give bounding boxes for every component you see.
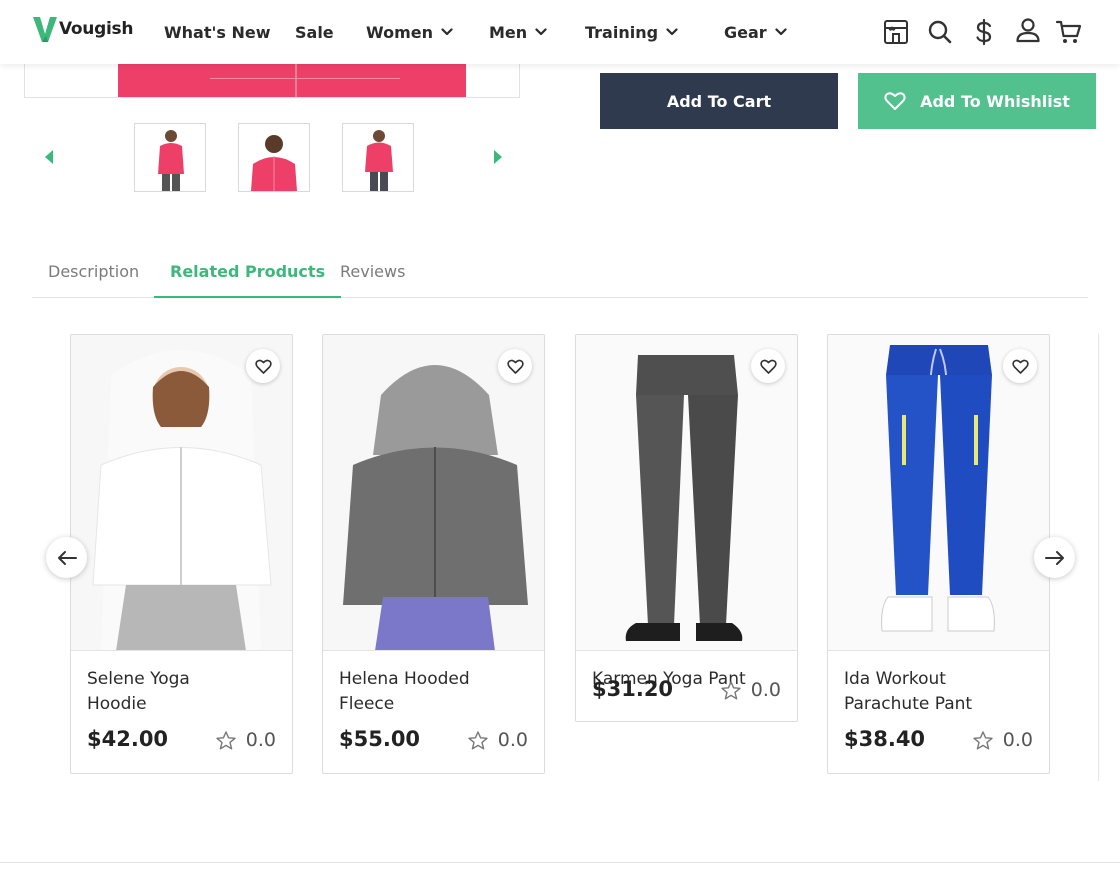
product-image[interactable] xyxy=(323,335,544,651)
nav-label: Training xyxy=(585,22,659,42)
nav-label: What's New xyxy=(164,22,271,42)
product-card[interactable]: Ida Workout Parachute Pant $38.40 0.0 xyxy=(827,334,1050,774)
product-thumbnail[interactable] xyxy=(238,123,310,192)
heart-icon xyxy=(884,92,906,110)
chevron-down-icon xyxy=(535,28,547,36)
tab-related-products[interactable]: Related Products xyxy=(154,252,342,298)
product-card[interactable]: Helena Hooded Fleece $55.00 0.0 xyxy=(322,334,545,774)
product-card-body: Ida Workout Parachute Pant xyxy=(828,651,1049,717)
rating-value: 0.0 xyxy=(1002,729,1033,751)
carousel-next-button[interactable] xyxy=(1034,537,1075,578)
arrow-right-icon xyxy=(1044,550,1064,565)
add-to-cart-button[interactable]: Add To Cart xyxy=(600,73,838,129)
star-icon xyxy=(721,680,741,699)
product-image[interactable] xyxy=(71,335,292,651)
next-card-peek xyxy=(1098,334,1120,781)
product-name[interactable]: Ida Workout Parachute Pant xyxy=(844,667,994,717)
product-thumbnail[interactable] xyxy=(342,123,414,192)
product-image[interactable] xyxy=(828,335,1049,651)
product-image[interactable] xyxy=(576,335,797,651)
garment-seam xyxy=(210,78,400,79)
product-name[interactable]: Selene Yoga Hoodie xyxy=(87,667,237,717)
nav-label: Women xyxy=(366,22,433,42)
product-card-body: Helena Hooded Fleece xyxy=(323,651,544,717)
product-card[interactable]: Karmen Yoga Pant $31.20 0.0 xyxy=(575,334,798,722)
logo[interactable]: Vougish xyxy=(32,14,133,44)
star-icon xyxy=(973,730,993,749)
product-card-footer: $31.20 0.0 xyxy=(576,667,797,721)
product-card-footer: $38.40 0.0 xyxy=(828,717,1049,773)
nav-label: Gear xyxy=(724,22,767,42)
tab-description[interactable]: Description xyxy=(48,252,139,298)
star-icon xyxy=(216,730,236,749)
product-rating: 0.0 xyxy=(468,729,528,751)
thumbnail-prev-arrow-icon[interactable] xyxy=(45,150,53,164)
nav-men[interactable]: Men xyxy=(489,0,547,64)
add-to-wishlist-label: Add To Whishlist xyxy=(920,91,1070,111)
product-rating: 0.0 xyxy=(216,729,276,751)
product-thumbnail[interactable] xyxy=(134,123,206,192)
heart-icon xyxy=(1011,359,1029,374)
product-card-footer: $55.00 0.0 xyxy=(323,717,544,773)
rating-value: 0.0 xyxy=(245,729,276,751)
nav-label: Men xyxy=(489,22,528,42)
heart-icon xyxy=(506,359,524,374)
rating-value: 0.0 xyxy=(497,729,528,751)
wishlist-toggle[interactable] xyxy=(498,349,532,383)
add-to-wishlist-button[interactable]: Add To Whishlist xyxy=(858,73,1096,129)
wishlist-toggle[interactable] xyxy=(246,349,280,383)
product-price: $42.00 xyxy=(87,727,169,751)
product-card-footer: $42.00 0.0 xyxy=(71,717,292,773)
currency-dollar-icon[interactable] xyxy=(970,18,998,46)
search-icon[interactable] xyxy=(926,18,954,46)
user-icon[interactable] xyxy=(1014,16,1042,44)
section-divider xyxy=(0,862,1120,863)
chevron-down-icon xyxy=(775,28,787,36)
wishlist-toggle[interactable] xyxy=(751,349,785,383)
store-icon[interactable] xyxy=(882,18,910,46)
thumbnail-photo xyxy=(343,124,413,191)
product-price: $31.20 xyxy=(592,677,674,701)
tab-label: Related Products xyxy=(170,262,326,281)
cart-icon[interactable] xyxy=(1055,18,1083,46)
product-card-body: Selene Yoga Hoodie xyxy=(71,651,292,717)
logo-v-icon xyxy=(33,17,57,42)
product-name[interactable]: Helena Hooded Fleece xyxy=(339,667,489,717)
product-rating: 0.0 xyxy=(721,679,781,701)
star-icon xyxy=(468,730,488,749)
tab-label: Description xyxy=(48,262,140,281)
rating-value: 0.0 xyxy=(750,679,781,701)
heart-icon xyxy=(254,359,272,374)
heart-icon xyxy=(759,359,777,374)
thumbnail-photo xyxy=(135,124,205,191)
wishlist-toggle[interactable] xyxy=(1003,349,1037,383)
product-price: $55.00 xyxy=(339,727,421,751)
carousel-prev-button[interactable] xyxy=(46,537,87,578)
nav-sale[interactable]: Sale xyxy=(295,0,334,64)
thumbnail-photo xyxy=(239,124,309,191)
product-price: $38.40 xyxy=(844,727,926,751)
thumbnail-next-arrow-icon[interactable] xyxy=(494,150,502,164)
chevron-down-icon xyxy=(666,28,678,36)
product-card[interactable]: Selene Yoga Hoodie $42.00 0.0 xyxy=(70,334,293,774)
nav-training[interactable]: Training xyxy=(585,0,678,64)
arrow-left-icon xyxy=(57,550,77,565)
tab-label: Reviews xyxy=(340,262,406,281)
nav-gear[interactable]: Gear xyxy=(724,0,787,64)
nav-women[interactable]: Women xyxy=(366,0,453,64)
chevron-down-icon xyxy=(441,28,453,36)
site-header: Vougish What's New Sale Women Men Traini… xyxy=(0,0,1120,64)
nav-whats-new[interactable]: What's New xyxy=(164,0,271,64)
tab-reviews[interactable]: Reviews xyxy=(340,252,405,298)
product-rating: 0.0 xyxy=(973,729,1033,751)
logo-text: Vougish xyxy=(59,19,134,39)
nav-label: Sale xyxy=(295,22,334,42)
product-tabs: Description Related Products Reviews xyxy=(32,252,1088,298)
add-to-cart-label: Add To Cart xyxy=(666,91,772,111)
